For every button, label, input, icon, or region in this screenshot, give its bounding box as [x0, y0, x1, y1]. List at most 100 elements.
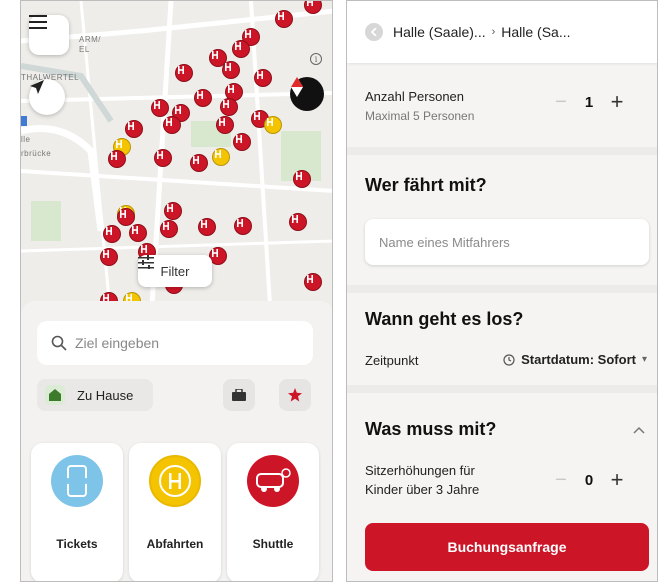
- bus-stop-icon: [212, 249, 218, 257]
- stop-marker[interactable]: [254, 69, 272, 87]
- start-time-select[interactable]: Startdatum: Sofort ▾: [503, 352, 647, 367]
- bus-stop-icon: [201, 220, 207, 228]
- breadcrumb-separator: ›: [491, 26, 496, 38]
- bus-stop-icon: [292, 215, 298, 223]
- bus-stop-icon: [257, 71, 263, 79]
- stop-marker[interactable]: [293, 170, 311, 188]
- menu-button[interactable]: [29, 15, 69, 55]
- stop-marker[interactable]: [212, 148, 230, 166]
- bus-stop-icon: [267, 118, 273, 126]
- stop-marker[interactable]: [125, 120, 143, 138]
- bus-stop-icon: [149, 455, 201, 507]
- menu-icon: [29, 15, 47, 29]
- stop-marker[interactable]: [233, 133, 251, 151]
- bus-stop-icon: [236, 135, 242, 143]
- stop-marker[interactable]: [220, 98, 238, 116]
- stop-marker[interactable]: [275, 10, 293, 28]
- back-button[interactable]: [365, 23, 383, 41]
- start-time-value: Startdatum: Sofort: [521, 352, 636, 367]
- chevron-left-icon: [370, 28, 377, 36]
- stop-marker[interactable]: [216, 116, 234, 134]
- bus-stop-icon: [175, 106, 181, 114]
- bus-stop-icon: [116, 140, 122, 148]
- bus-stop-icon: [219, 118, 225, 126]
- map[interactable]: ARM/ EL THALWERTEL lle rbrücke i Filter: [21, 1, 332, 321]
- persons-label: Anzahl Personen: [365, 89, 465, 104]
- tickets-tile[interactable]: Tickets: [31, 443, 123, 581]
- home-shortcut[interactable]: Zu Hause: [37, 379, 153, 411]
- stop-marker[interactable]: [163, 116, 181, 134]
- compass-button[interactable]: [290, 77, 324, 111]
- stop-marker[interactable]: [175, 64, 193, 82]
- when-title: Wann geht es los?: [365, 309, 524, 329]
- bus-stop-icon: [167, 204, 173, 212]
- decrement-button[interactable]: −: [545, 91, 577, 114]
- bus-stop-icon: [278, 12, 284, 20]
- chevron-up-icon[interactable]: [633, 426, 645, 434]
- map-label: lle: [21, 135, 31, 144]
- departures-tile[interactable]: Abfahrten: [129, 443, 221, 581]
- stop-marker[interactable]: [194, 89, 212, 107]
- booster-seat-stepper: − 0 +: [545, 467, 633, 493]
- stop-marker[interactable]: [108, 150, 126, 168]
- stop-marker[interactable]: [304, 273, 322, 291]
- persons-stepper: − 1 +: [545, 89, 633, 115]
- stop-marker[interactable]: [151, 99, 169, 117]
- bus-stop-icon: [296, 172, 302, 180]
- bus-stop-icon: [193, 156, 199, 164]
- bus-stop-icon: [128, 122, 134, 130]
- persons-sub: Maximal 5 Personen: [365, 109, 475, 123]
- persons-value: 1: [584, 93, 594, 111]
- bus-stop-icon: [254, 112, 260, 120]
- stop-marker[interactable]: [154, 149, 172, 167]
- stop-marker[interactable]: [234, 217, 252, 235]
- booking-request-button[interactable]: Buchungsanfrage: [365, 523, 649, 571]
- seat-label-line2: Kinder über 3 Jahre: [365, 482, 480, 497]
- map-label: ARM/: [79, 35, 101, 44]
- bus-stop-icon: [228, 85, 234, 93]
- route-to: Halle (Sa...: [501, 24, 571, 40]
- bus-stop-icon: [166, 118, 172, 126]
- stop-marker[interactable]: [222, 61, 240, 79]
- favorites-button[interactable]: [279, 379, 311, 411]
- filter-button[interactable]: Filter: [138, 255, 212, 287]
- briefcase-icon: [232, 389, 246, 401]
- star-icon: [288, 388, 302, 402]
- locate-arrow-icon: [30, 80, 44, 94]
- bus-stop-icon: [212, 51, 218, 59]
- filter-label: Filter: [160, 263, 190, 279]
- time-label: Zeitpunkt: [365, 353, 419, 368]
- map-label: rbrücke: [21, 149, 52, 158]
- stop-marker[interactable]: [100, 248, 118, 266]
- stop-marker[interactable]: [289, 213, 307, 231]
- stop-marker[interactable]: [117, 208, 135, 226]
- stop-marker[interactable]: [103, 225, 121, 243]
- locate-button[interactable]: [29, 79, 65, 115]
- shuttle-tile[interactable]: Shuttle: [227, 443, 319, 581]
- decrement-button[interactable]: −: [545, 469, 577, 492]
- info-icon[interactable]: i: [310, 53, 322, 65]
- stop-marker[interactable]: [164, 202, 182, 220]
- stop-marker[interactable]: [129, 224, 147, 242]
- stop-marker[interactable]: [264, 116, 282, 134]
- divider: [347, 147, 657, 155]
- increment-button[interactable]: +: [601, 89, 633, 115]
- bus-stop-icon: [223, 100, 229, 108]
- search-icon: [51, 335, 67, 351]
- stop-marker[interactable]: [232, 40, 250, 58]
- bus-stop-icon: [157, 151, 163, 159]
- search-input[interactable]: Ziel eingeben: [37, 321, 313, 365]
- companion-name-input[interactable]: [365, 219, 649, 265]
- home-screen: ARM/ EL THALWERTEL lle rbrücke i Filter …: [20, 0, 333, 582]
- stop-marker[interactable]: [198, 218, 216, 236]
- increment-button[interactable]: +: [601, 467, 633, 493]
- booster-seat-value: 0: [584, 471, 594, 489]
- bus-stop-icon: [103, 250, 109, 258]
- bus-stop-icon: [197, 91, 203, 99]
- bus-stop-icon: [163, 222, 169, 230]
- work-shortcut[interactable]: [223, 379, 255, 411]
- stop-marker[interactable]: [190, 154, 208, 172]
- bus-stop-icon: [225, 63, 231, 71]
- stop-marker[interactable]: [160, 220, 178, 238]
- header: Halle (Saale)... › Halle (Sa...: [347, 1, 657, 63]
